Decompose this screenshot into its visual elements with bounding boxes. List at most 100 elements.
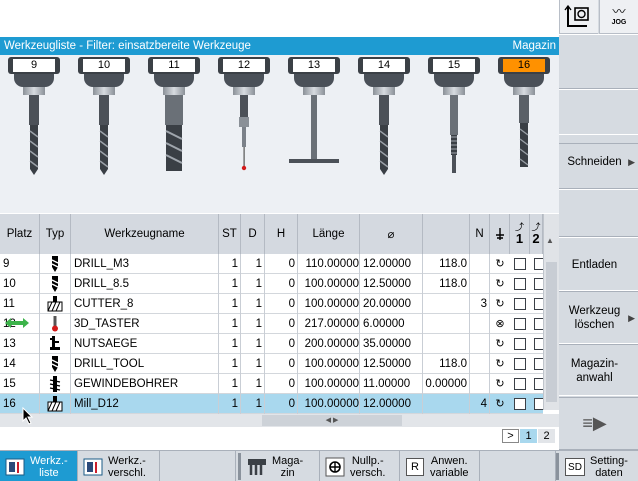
- cell-name: CUTTER_8: [71, 294, 219, 314]
- cell-dia: 12.50000: [360, 354, 423, 374]
- pager-next-arrow[interactable]: >: [502, 429, 519, 443]
- coolant-2-checkbox[interactable]: [534, 278, 543, 290]
- header-label: ⌀: [387, 229, 395, 241]
- coolant-1-checkbox[interactable]: [514, 338, 526, 350]
- werkzeug-loeschen-button[interactable]: Werkzeug löschen ▶: [559, 290, 638, 345]
- entladen-button[interactable]: Entladen: [559, 237, 638, 292]
- column-header-spindle[interactable]: [490, 214, 510, 254]
- spindle-cw-icon: ↻: [495, 398, 505, 410]
- scroll-thumb[interactable]: [546, 262, 557, 402]
- header-label: Werkzeugname: [104, 228, 185, 240]
- cell-angle: [423, 394, 470, 414]
- schneiden-label: Schneiden: [567, 155, 622, 168]
- machine-coordinate-icon[interactable]: [559, 0, 598, 34]
- coolant-2-checkbox[interactable]: [534, 338, 543, 350]
- pager-page-2[interactable]: 2: [538, 429, 555, 443]
- settingdaten-button[interactable]: SD Setting- daten: [560, 451, 638, 481]
- table-row[interactable]: 14 DRILL_TOOL 1 1 0 100.00000 12.50000 118.0 ↻: [0, 354, 543, 374]
- slot-number: 10: [83, 59, 125, 72]
- cell-platz: 14: [0, 354, 40, 374]
- column-header-h[interactable]: H: [265, 214, 298, 254]
- cell-h: 0: [265, 254, 298, 274]
- cell-angle: [423, 294, 470, 314]
- coolant-2-checkbox[interactable]: [534, 298, 543, 310]
- cell-d: 1: [241, 314, 265, 334]
- arrow-right-icon: ▶: [628, 312, 635, 323]
- column-header-laenge[interactable]: Länge: [298, 214, 360, 254]
- jog-mode-button[interactable]: 〰 JOG: [599, 0, 638, 34]
- magazin-button[interactable]: Maga- zin: [242, 451, 320, 481]
- column-header-coolant-2[interactable]: ⤴ 2: [530, 214, 543, 254]
- tool-holder-collar: [303, 87, 325, 95]
- coolant-2-checkbox[interactable]: [534, 378, 543, 390]
- coolant-1-checkbox[interactable]: [514, 318, 526, 330]
- column-header-typ[interactable]: Typ: [40, 214, 71, 254]
- coolant-1-checkbox[interactable]: [514, 378, 526, 390]
- coolant-2-checkbox[interactable]: [534, 398, 543, 410]
- coolant-2-checkbox[interactable]: [534, 318, 543, 330]
- cell-laenge: 217.00000: [298, 314, 360, 334]
- anwen-variable-button[interactable]: R Anwen. variable: [400, 451, 480, 481]
- table-row[interactable]: 16 Mill_D12 1 1 0 100.00000 12.00000 4 ↻: [0, 394, 543, 414]
- softkey-empty-3[interactable]: [160, 451, 236, 481]
- table-row[interactable]: 10 DRILL_8.5 1 1 0 100.00000 12.50000 118.0 ↻: [0, 274, 543, 294]
- cell-h: 0: [265, 394, 298, 414]
- table-row[interactable]: 9 DRILL_M3 1 1 0 110.00000 12.00000 118.0 ↻: [0, 254, 543, 274]
- cell-name: DRILL_TOOL: [71, 354, 219, 374]
- coolant-2-checkbox[interactable]: [534, 258, 543, 270]
- tool-type-icon: [40, 334, 71, 354]
- tool-type-icon: [40, 354, 71, 374]
- cell-n: 3: [470, 294, 490, 314]
- anwen-variable-label: Anwen. variable: [430, 454, 469, 479]
- cell-h: 0: [265, 334, 298, 354]
- table-row[interactable]: 11 CUTTER_8 1 1 0 100.00000 20.00000 3 ↻: [0, 294, 543, 314]
- column-header-name[interactable]: Werkzeugname: [71, 214, 219, 254]
- cell-dia: 11.00000: [360, 374, 423, 394]
- column-header-diameter[interactable]: ⌀: [360, 214, 423, 254]
- more-softkeys-button[interactable]: ≡▶: [559, 395, 638, 450]
- tool-type-icon: [40, 314, 71, 334]
- vertical-softkey-1[interactable]: [559, 34, 638, 89]
- settingdaten-label: Setting- daten: [590, 454, 628, 479]
- nullp-versch-button[interactable]: Nullp.- versch.: [320, 451, 400, 481]
- softkey-empty-7[interactable]: [480, 451, 556, 481]
- magazinanwahl-button[interactable]: Magazin- anwahl: [559, 343, 638, 398]
- header-label: 1: [515, 231, 524, 246]
- cell-laenge: 100.00000: [298, 394, 360, 414]
- column-header-n[interactable]: N: [470, 214, 490, 254]
- column-header-coolant-1[interactable]: ⤴ 1: [510, 214, 530, 254]
- table-row[interactable]: 15 GEWINDEBOHRER 1 1 0 100.00000 11.00000 0.000…: [0, 374, 543, 394]
- coolant-1-checkbox[interactable]: [514, 258, 526, 270]
- tool-holder-collar: [93, 87, 115, 95]
- coolant-1-checkbox[interactable]: [514, 278, 526, 290]
- coolant-1-checkbox[interactable]: [514, 358, 526, 370]
- slot-header: 16: [498, 57, 550, 74]
- cell-h: 0: [265, 374, 298, 394]
- schneiden-button[interactable]: Schneiden ▶: [559, 134, 638, 189]
- slot-number: 12: [223, 59, 265, 72]
- cell-d: 1: [241, 294, 265, 314]
- coolant-1-checkbox[interactable]: [514, 298, 526, 310]
- cell-n: [470, 334, 490, 354]
- horizontal-scrollbar[interactable]: ◀ ▶: [0, 414, 559, 427]
- werkz-liste-button[interactable]: Werkz.- liste: [0, 451, 78, 481]
- pager-page-1[interactable]: 1: [520, 429, 537, 443]
- scroll-up-icon[interactable]: ▲: [546, 236, 554, 245]
- header-label: Länge: [312, 228, 345, 240]
- column-header-platz[interactable]: Platz: [0, 214, 40, 254]
- column-header-d[interactable]: D: [241, 214, 265, 254]
- column-header-angle[interactable]: [423, 214, 470, 254]
- column-header-st[interactable]: ST: [219, 214, 241, 254]
- table-row[interactable]: 13 NUTSAEGE 1 1 0 200.00000 35.00000 ↻: [0, 334, 543, 354]
- cell-dia: 12.00000: [360, 254, 423, 274]
- cell-angle: [423, 314, 470, 334]
- table-row[interactable]: 123D_TASTER110217.000006.00000⊗: [0, 314, 543, 334]
- vertical-softkey-4[interactable]: [559, 189, 638, 237]
- coolant-1-checkbox[interactable]: [514, 398, 526, 410]
- jog-label: JOG: [611, 19, 627, 26]
- vertical-scrollbar[interactable]: ▲: [543, 214, 559, 410]
- tool-type-icon: [40, 394, 71, 414]
- coolant-2-checkbox[interactable]: [534, 358, 543, 370]
- scroll-thumb[interactable]: ◀ ▶: [262, 415, 402, 426]
- werkz-verschl-button[interactable]: Werkz.- verschl.: [78, 451, 160, 481]
